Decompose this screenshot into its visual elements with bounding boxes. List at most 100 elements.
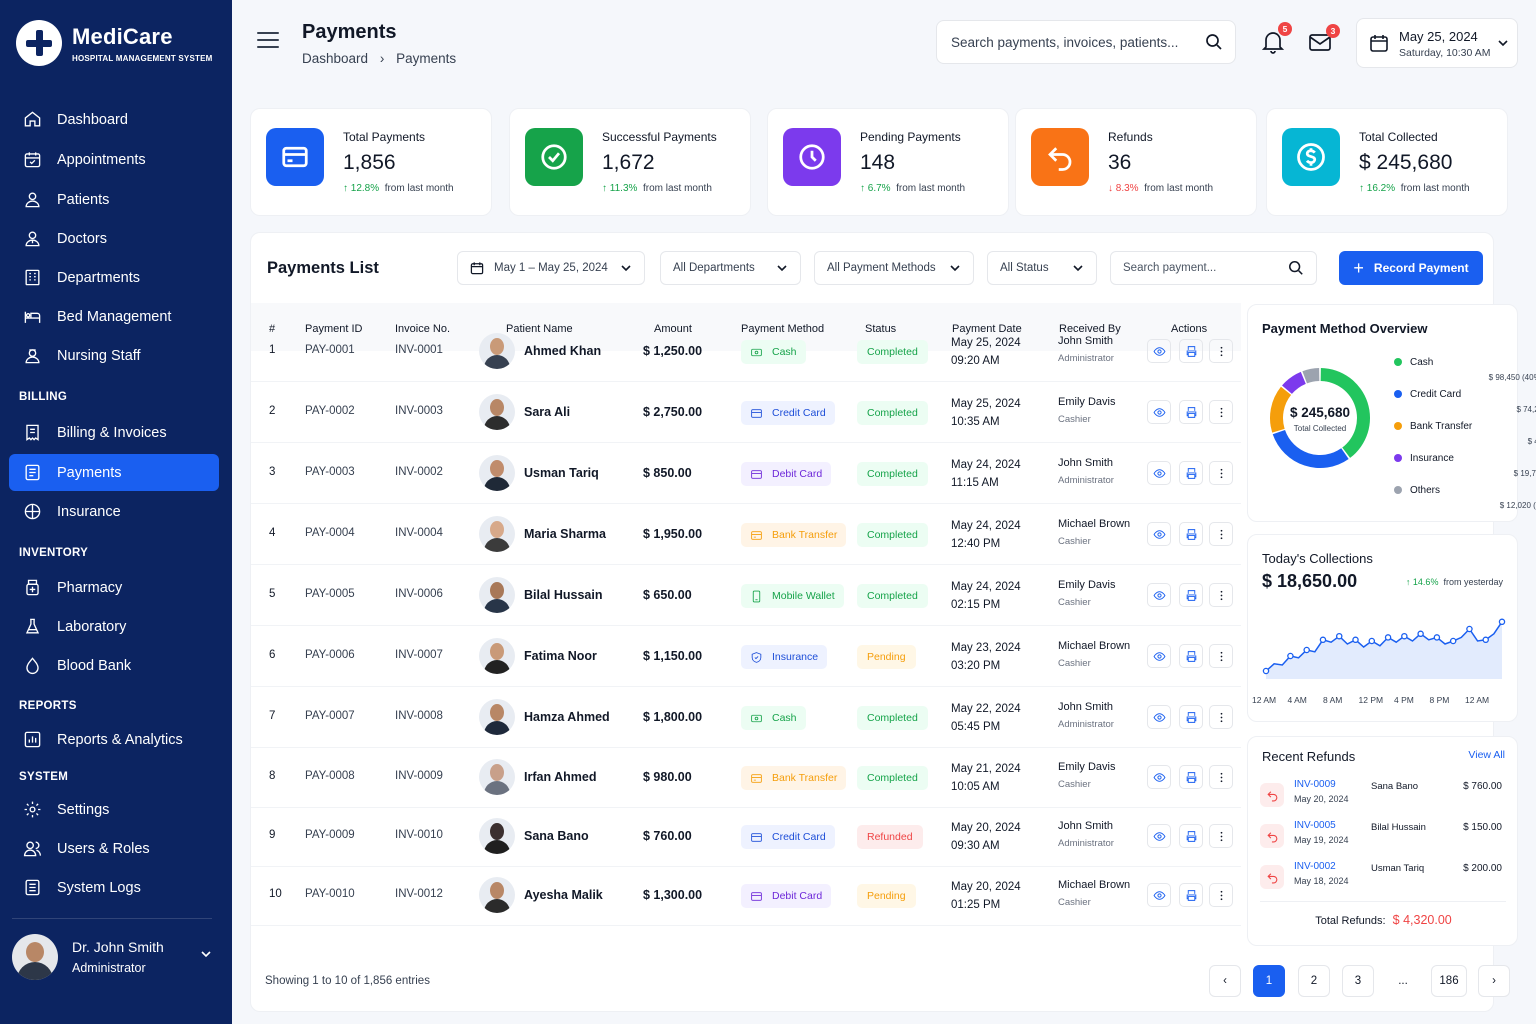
view-all-link[interactable]: View All <box>1468 749 1505 761</box>
sidebar-item-settings[interactable]: Settings <box>9 791 219 828</box>
table-row[interactable]: 7 PAY-0007 INV-0008 Hamza Ahmed $ 1,800.00 Ca… <box>251 687 1241 748</box>
print-button[interactable] <box>1179 765 1203 789</box>
invoice-number[interactable]: INV-0010 <box>395 829 443 841</box>
invoice-number[interactable]: INV-0001 <box>395 344 443 356</box>
sidebar-item-bed-management[interactable]: Bed Management <box>9 298 219 335</box>
payment-id[interactable]: PAY-0006 <box>305 649 355 661</box>
more-options-button[interactable] <box>1209 461 1233 485</box>
print-button[interactable] <box>1179 583 1203 607</box>
payment-id[interactable]: PAY-0003 <box>305 466 355 478</box>
view-button[interactable] <box>1147 705 1171 729</box>
next-page-button[interactable]: › <box>1478 965 1510 997</box>
payment-id[interactable]: PAY-0007 <box>305 710 355 722</box>
search-icon[interactable] <box>1205 33 1223 51</box>
menu-toggle-icon[interactable] <box>257 32 279 50</box>
collections-point[interactable] <box>1352 636 1359 644</box>
collections-point[interactable] <box>1262 667 1270 675</box>
invoice-number[interactable]: INV-0012 <box>395 888 443 900</box>
table-row[interactable]: 10 PAY-0010 INV-0012 Ayesha Malik $ 1,300.00… <box>251 865 1241 926</box>
print-button[interactable] <box>1179 522 1203 546</box>
invoice-number[interactable]: INV-0009 <box>395 770 443 782</box>
patient-name[interactable]: Maria Sharma <box>524 527 606 541</box>
notifications-button[interactable]: 5 <box>1261 22 1292 59</box>
table-row[interactable]: 3 PAY-0003 INV-0002 Usman Tariq $ 850.00 Debi… <box>251 443 1241 504</box>
sidebar-item-departments[interactable]: Departments <box>9 259 219 296</box>
view-button[interactable] <box>1147 824 1171 848</box>
more-options-button[interactable] <box>1209 644 1233 668</box>
sidebar-item-blood-bank[interactable]: Blood Bank <box>9 647 219 684</box>
more-options-button[interactable] <box>1209 400 1233 424</box>
payment-id[interactable]: PAY-0001 <box>305 344 355 356</box>
patient-name[interactable]: Ayesha Malik <box>524 888 603 902</box>
payment-id[interactable]: PAY-0010 <box>305 888 355 900</box>
page-2-button[interactable]: 2 <box>1298 965 1330 997</box>
print-button[interactable] <box>1179 461 1203 485</box>
payment-id[interactable]: PAY-0009 <box>305 829 355 841</box>
collections-point[interactable] <box>1417 630 1424 638</box>
more-options-button[interactable] <box>1209 522 1233 546</box>
table-row[interactable]: 2 PAY-0002 INV-0003 Sara Ali $ 2,750.00 Credi… <box>251 382 1241 443</box>
view-button[interactable] <box>1147 339 1171 363</box>
global-search-input[interactable]: Search payments, invoices, patients... <box>936 20 1236 64</box>
breadcrumb-dashboard[interactable]: Dashboard <box>302 51 368 66</box>
more-options-button[interactable] <box>1209 583 1233 607</box>
page-last-button[interactable]: 186 <box>1431 965 1467 997</box>
table-row[interactable]: 6 PAY-0006 INV-0007 Fatima Noor $ 1,150.00 In… <box>251 626 1241 687</box>
table-row[interactable]: 8 PAY-0008 INV-0009 Irfan Ahmed $ 980.00 Bank… <box>251 747 1241 808</box>
sidebar-item-dashboard[interactable]: Dashboard <box>9 101 219 138</box>
collections-point[interactable] <box>1401 632 1408 640</box>
sidebar-item-nursing-staff[interactable]: Nursing Staff <box>9 337 219 374</box>
sidebar-item-users-and-roles[interactable]: Users & Roles <box>9 830 219 867</box>
sidebar-item-billing-and-invoices[interactable]: Billing & Invoices <box>9 414 219 451</box>
sidebar-item-laboratory[interactable]: Laboratory <box>9 608 219 645</box>
donut-slice-others[interactable] <box>1302 368 1320 384</box>
payment-search-input[interactable]: Search payment... <box>1110 251 1317 285</box>
refund-invoice[interactable]: INV-0002 <box>1294 861 1336 872</box>
print-button[interactable] <box>1179 824 1203 848</box>
invoice-number[interactable]: INV-0004 <box>395 527 443 539</box>
status-filter[interactable]: All Status <box>987 251 1097 285</box>
payment-id[interactable]: PAY-0005 <box>305 588 355 600</box>
view-button[interactable] <box>1147 522 1171 546</box>
patient-name[interactable]: Irfan Ahmed <box>524 770 596 784</box>
record-payment-button[interactable]: + Record Payment <box>1339 251 1483 285</box>
refund-invoice[interactable]: INV-0009 <box>1294 779 1336 790</box>
table-row[interactable]: 1 PAY-0001 INV-0001 Ahmed Khan $ 1,250.00 Cas… <box>251 321 1241 382</box>
more-options-button[interactable] <box>1209 339 1233 363</box>
messages-button[interactable]: 3 <box>1308 24 1340 57</box>
payment-id[interactable]: PAY-0004 <box>305 527 355 539</box>
brand-logo[interactable]: MediCare HOSPITAL MANAGEMENT SYSTEM <box>16 20 212 66</box>
print-button[interactable] <box>1179 705 1203 729</box>
page-1-button[interactable]: 1 <box>1253 965 1285 997</box>
department-filter[interactable]: All Departments <box>660 251 801 285</box>
refund-item[interactable]: INV-0005 May 19, 2024 Bilal Hussain $ 150.0… <box>1260 818 1506 858</box>
table-row[interactable]: 5 PAY-0005 INV-0006 Bilal Hussain $ 650.00 Mo… <box>251 565 1241 626</box>
refund-invoice[interactable]: INV-0005 <box>1294 820 1336 831</box>
view-button[interactable] <box>1147 883 1171 907</box>
view-button[interactable] <box>1147 644 1171 668</box>
sidebar-item-pharmacy[interactable]: Pharmacy <box>9 569 219 606</box>
sidebar-item-reports-and-analytics[interactable]: Reports & Analytics <box>9 721 219 758</box>
collections-point[interactable] <box>1368 637 1376 645</box>
more-options-button[interactable] <box>1209 883 1233 907</box>
collections-point[interactable] <box>1319 636 1327 644</box>
invoice-number[interactable]: INV-0002 <box>395 466 443 478</box>
sidebar-item-appointments[interactable]: Appointments <box>9 141 219 178</box>
table-row[interactable]: 4 PAY-0004 INV-0004 Maria Sharma $ 1,950.00 B… <box>251 504 1241 565</box>
collections-point[interactable] <box>1498 618 1506 626</box>
user-profile[interactable]: Dr. John Smith Administrator <box>12 932 222 982</box>
patient-name[interactable]: Bilal Hussain <box>524 588 603 602</box>
invoice-number[interactable]: INV-0003 <box>395 405 443 417</box>
collections-point[interactable] <box>1335 632 1343 640</box>
sidebar-item-patients[interactable]: Patients <box>9 181 219 218</box>
print-button[interactable] <box>1179 339 1203 363</box>
patient-name[interactable]: Hamza Ahmed <box>524 710 610 724</box>
invoice-number[interactable]: INV-0008 <box>395 710 443 722</box>
collections-point[interactable] <box>1303 646 1310 654</box>
view-button[interactable] <box>1147 461 1171 485</box>
sidebar-item-payments[interactable]: Payments <box>9 454 219 491</box>
payment-id[interactable]: PAY-0002 <box>305 405 355 417</box>
refund-item[interactable]: INV-0002 May 18, 2024 Usman Tariq $ 200.00 <box>1260 859 1506 899</box>
sidebar-item-system-logs[interactable]: System Logs <box>9 869 219 906</box>
date-range-filter[interactable]: May 1 – May 25, 2024 <box>457 251 645 285</box>
